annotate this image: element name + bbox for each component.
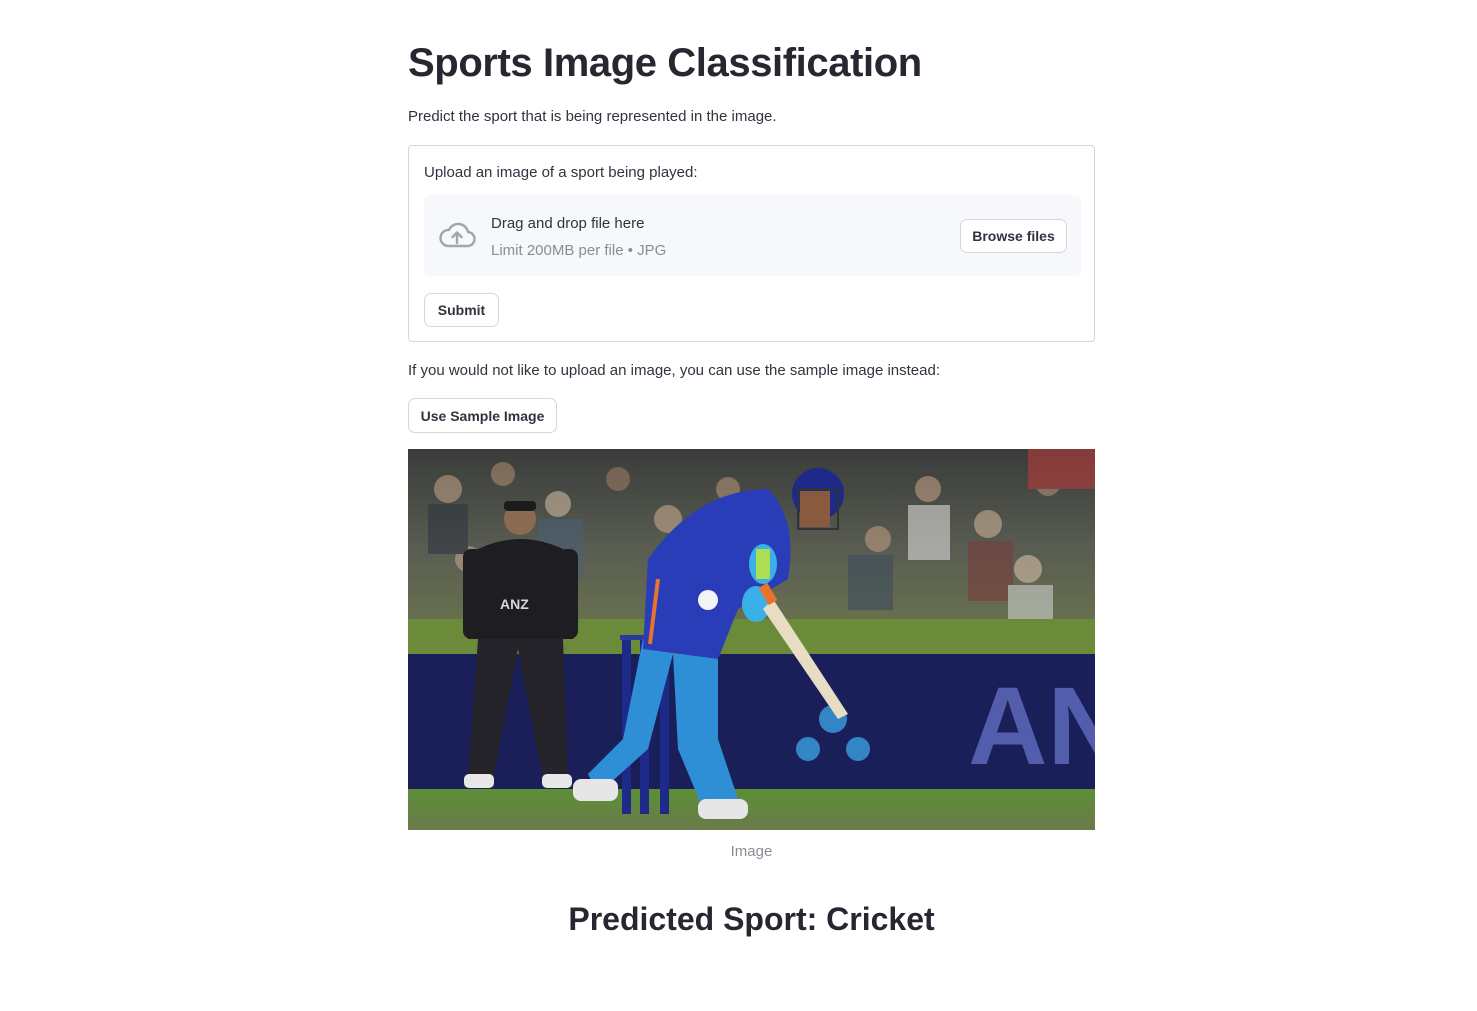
submit-button[interactable]: Submit — [424, 293, 499, 327]
svg-text:ANZ: ANZ — [500, 596, 529, 612]
page-title: Sports Image Classification — [408, 41, 922, 85]
sample-image: ANZ ANZ — [408, 449, 1095, 830]
dropzone-title: Drag and drop file here — [491, 215, 645, 232]
cricket-photo: ANZ ANZ — [408, 449, 1095, 830]
ad-board-text: ANZ — [968, 665, 1095, 788]
cloud-upload-icon — [439, 222, 476, 248]
upload-form: Upload an image of a sport being played:… — [408, 145, 1095, 342]
image-caption: Image — [730, 843, 773, 860]
dropzone-limit: Limit 200MB per file • JPG — [491, 242, 667, 259]
file-dropzone[interactable]: Drag and drop file here Limit 200MB per … — [424, 195, 1081, 276]
page-subtitle: Predict the sport that is being represen… — [408, 108, 777, 125]
cricket-ball — [698, 590, 718, 610]
predicted-sport: Predicted Sport: Cricket — [568, 901, 935, 937]
use-sample-image-button[interactable]: Use Sample Image — [408, 398, 557, 433]
sample-instruction: If you would not like to upload an image… — [408, 362, 940, 379]
browse-files-button[interactable]: Browse files — [960, 219, 1067, 253]
uploader-label: Upload an image of a sport being played: — [424, 164, 698, 181]
